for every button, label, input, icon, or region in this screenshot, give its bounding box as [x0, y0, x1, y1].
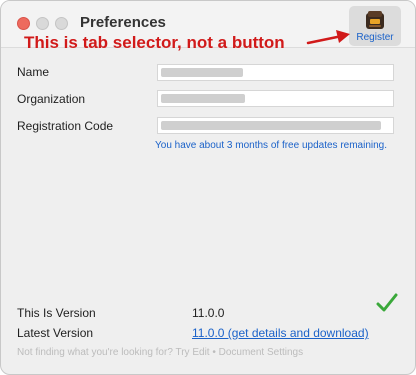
latest-version-label: Latest Version: [17, 326, 94, 340]
footer-hint: Not finding what you're looking for? Try…: [17, 347, 304, 358]
redacted-name: [161, 68, 243, 78]
tab-register-label: Register: [356, 32, 394, 43]
zoom-window-button[interactable]: [55, 17, 68, 30]
latest-version-link[interactable]: 11.0.0 (get details and download): [192, 326, 369, 340]
window-title: Preferences: [80, 14, 166, 31]
name-label: Name: [17, 65, 50, 79]
redacted-organization: [161, 94, 245, 104]
tab-register[interactable]: Register: [349, 6, 401, 46]
name-field[interactable]: [157, 64, 394, 81]
organization-label: Organization: [17, 92, 86, 106]
registration-code-field[interactable]: [157, 117, 394, 134]
this-version-value: 11.0.0: [192, 306, 225, 320]
registration-code-label: Registration Code: [17, 119, 114, 133]
close-window-button[interactable]: [17, 17, 30, 30]
organization-field[interactable]: [157, 90, 394, 107]
annotation-text: This is tab selector, not a button: [24, 33, 285, 52]
preferences-window: Preferences Register This is tab selecto…: [0, 0, 416, 375]
updates-remaining-note: You have about 3 months of free updates …: [155, 140, 388, 151]
this-version-label: This Is Version: [17, 306, 96, 320]
checkmark-icon: [376, 293, 398, 312]
redacted-registration-code: [161, 121, 381, 131]
minimize-window-button[interactable]: [36, 17, 49, 30]
annotation-arrow-icon: [306, 30, 350, 45]
